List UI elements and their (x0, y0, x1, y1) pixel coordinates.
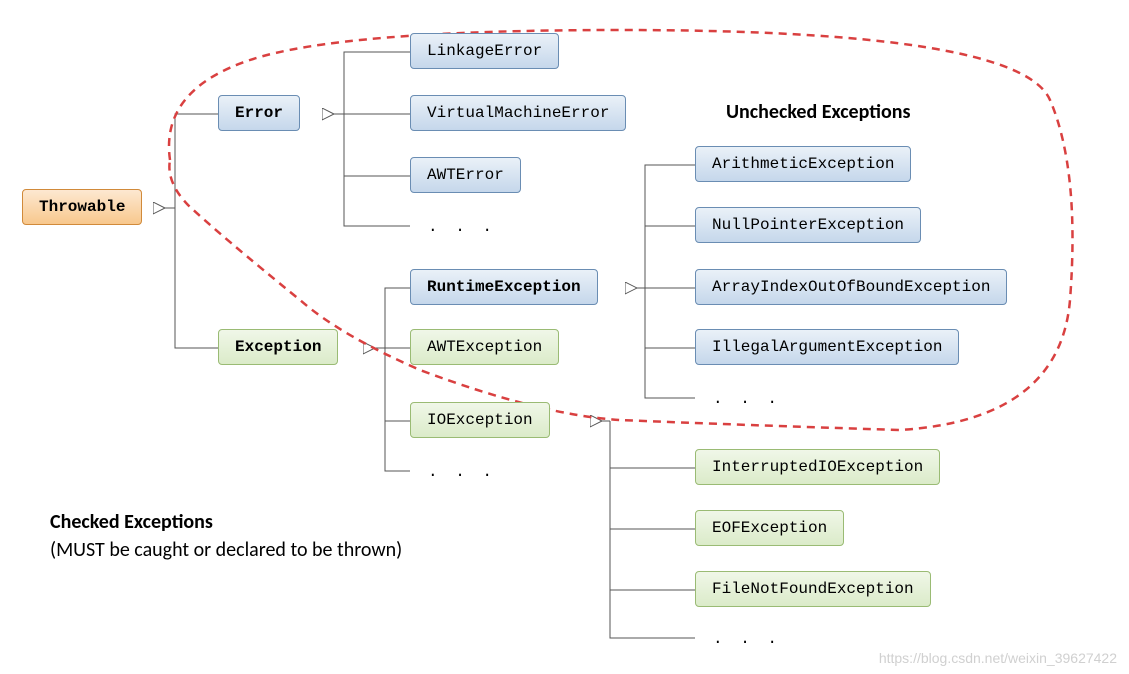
node-eof-exception: EOFException (695, 510, 844, 546)
node-io-exception: IOException (410, 402, 550, 438)
node-arithmetic-exception: ArithmeticException (695, 146, 911, 182)
label-checked-note: (MUST be caught or declared to be thrown… (50, 538, 402, 562)
ellipsis-exception: . . . (428, 463, 496, 481)
ellipsis-error: . . . (428, 218, 496, 236)
label-checked-title: Checked Exceptions (50, 510, 213, 534)
node-exception: Exception (218, 329, 338, 365)
node-error: Error (218, 95, 300, 131)
ellipsis-io: . . . (713, 630, 781, 648)
ellipsis-runtime: . . . (713, 390, 781, 408)
node-linkage-error: LinkageError (410, 33, 559, 69)
node-throwable: Throwable (22, 189, 142, 225)
label-unchecked: Unchecked Exceptions (726, 100, 910, 124)
node-awt-exception: AWTException (410, 329, 559, 365)
node-runtime-exception: RuntimeException (410, 269, 598, 305)
node-array-index-exception: ArrayIndexOutOfBoundException (695, 269, 1007, 305)
node-interrupted-io-exception: InterruptedIOException (695, 449, 940, 485)
node-virtual-machine-error: VirtualMachineError (410, 95, 626, 131)
node-awt-error: AWTError (410, 157, 521, 193)
node-file-not-found-exception: FileNotFoundException (695, 571, 931, 607)
watermark: https://blog.csdn.net/weixin_39627422 (879, 650, 1117, 666)
node-null-pointer-exception: NullPointerException (695, 207, 921, 243)
node-illegal-argument-exception: IllegalArgumentException (695, 329, 959, 365)
